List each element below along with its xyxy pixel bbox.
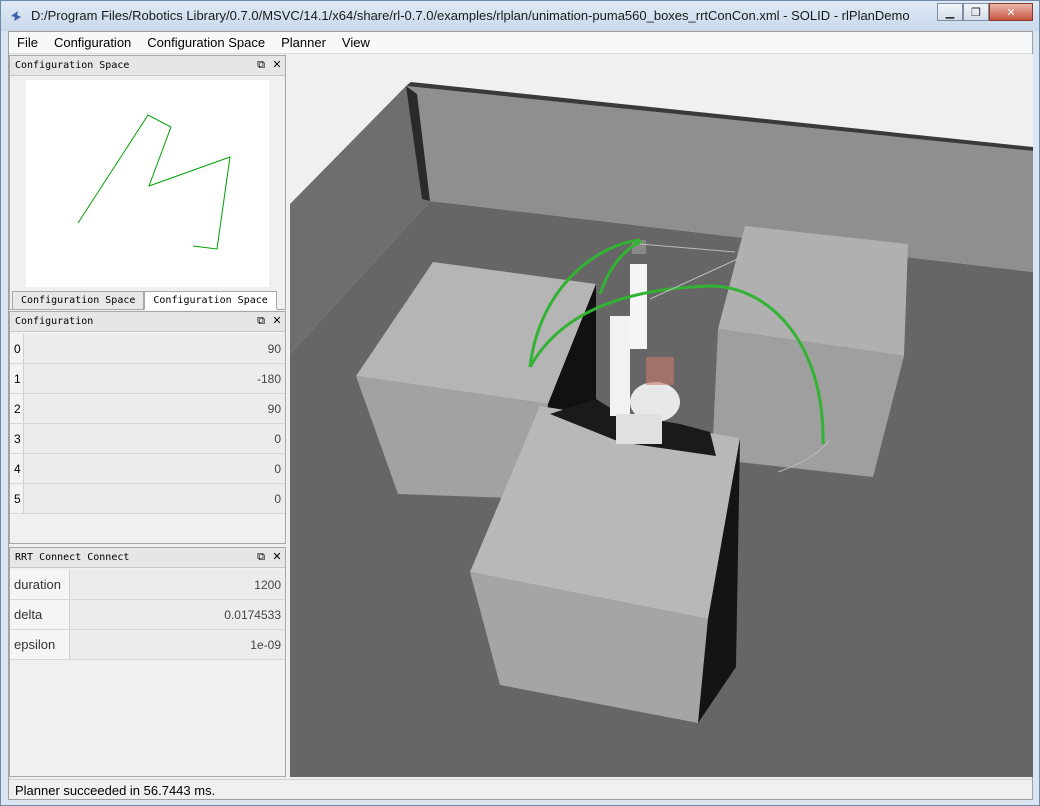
row-index: 4 bbox=[10, 454, 24, 483]
row-value[interactable]: 0 bbox=[274, 492, 281, 506]
close-icon: ✕ bbox=[1006, 6, 1016, 19]
config-row-5[interactable]: 50 bbox=[10, 484, 285, 514]
restore-icon: ❐ bbox=[971, 6, 981, 19]
window-title: D:/Program Files/Robotics Library/0.7.0/… bbox=[31, 8, 910, 23]
tab-bar: Configuration Space Configuration Space bbox=[12, 291, 283, 310]
path-line bbox=[77, 114, 231, 250]
client-area: File Configuration Configuration Space P… bbox=[8, 31, 1033, 800]
minimize-button[interactable]: ▁ bbox=[937, 3, 963, 21]
tab-configuration-space-1[interactable]: Configuration Space bbox=[12, 291, 145, 310]
scene bbox=[290, 54, 1033, 777]
row-index: 0 bbox=[10, 334, 24, 363]
configuration-space-canvas[interactable] bbox=[26, 80, 269, 287]
float-icon[interactable]: ⧉ bbox=[254, 58, 268, 72]
robot-upper-arm bbox=[610, 316, 630, 416]
configuration-space-path bbox=[77, 114, 231, 250]
row-index: 1 bbox=[10, 364, 24, 393]
float-icon[interactable]: ⧉ bbox=[254, 314, 268, 328]
configuration-dock: Configuration ⧉ ✕ 0 90 1 -180 2 90 30 40 50 bbox=[9, 311, 286, 544]
row-value[interactable]: 1200 bbox=[254, 578, 281, 592]
app-icon bbox=[11, 11, 21, 21]
config-row-0[interactable]: 0 90 bbox=[10, 334, 285, 364]
configuration-table: 0 90 1 -180 2 90 30 40 50 bbox=[10, 334, 285, 514]
dock-title: Configuration Space bbox=[15, 60, 130, 71]
row-label: duration bbox=[10, 570, 70, 599]
menu-view[interactable]: View bbox=[334, 32, 378, 54]
row-index: 3 bbox=[10, 424, 24, 453]
menu-configuration-space[interactable]: Configuration Space bbox=[139, 32, 273, 54]
row-value[interactable]: 90 bbox=[268, 342, 281, 356]
row-value[interactable]: 90 bbox=[268, 402, 281, 416]
zoom-icon bbox=[646, 357, 674, 385]
config-row-1[interactable]: 1 -180 bbox=[10, 364, 285, 394]
config-row-4[interactable]: 40 bbox=[10, 454, 285, 484]
status-bar: Planner succeeded in 56.7443 ms. bbox=[9, 779, 1032, 799]
dock-title: RRT Connect Connect bbox=[15, 552, 130, 563]
robot-pedestal bbox=[616, 414, 662, 444]
dock-title: Configuration bbox=[15, 316, 94, 327]
tab-configuration-space-2[interactable]: Configuration Space bbox=[144, 291, 277, 310]
row-label: delta bbox=[10, 600, 70, 629]
config-row-3[interactable]: 30 bbox=[10, 424, 285, 454]
status-text: Planner succeeded in 56.7443 ms. bbox=[15, 783, 216, 798]
robot-forearm bbox=[630, 264, 647, 349]
config-row-2[interactable]: 2 90 bbox=[10, 394, 285, 424]
row-value[interactable]: 0 bbox=[274, 462, 281, 476]
title-bar[interactable]: D:/Program Files/Robotics Library/0.7.0/… bbox=[1, 1, 1039, 31]
menu-planner[interactable]: Planner bbox=[273, 32, 334, 54]
configuration-space-dock: Configuration Space ⧉ ✕ Configuration Sp… bbox=[9, 55, 286, 310]
3d-viewport[interactable] bbox=[290, 54, 1033, 777]
planner-row-delta[interactable]: delta 0.0174533 bbox=[10, 600, 285, 630]
row-value[interactable]: 0 bbox=[274, 432, 281, 446]
row-index: 2 bbox=[10, 394, 24, 423]
row-value[interactable]: -180 bbox=[257, 372, 281, 386]
row-label: epsilon bbox=[10, 630, 70, 659]
dock-header[interactable]: RRT Connect Connect ⧉ ✕ bbox=[10, 548, 285, 568]
planner-dock: RRT Connect Connect ⧉ ✕ duration 1200 del… bbox=[9, 547, 286, 777]
minimize-icon: ▁ bbox=[945, 6, 955, 19]
planner-row-duration[interactable]: duration 1200 bbox=[10, 570, 285, 600]
window-controls: ▁ ❐ ✕ bbox=[937, 3, 1033, 21]
menu-configuration[interactable]: Configuration bbox=[46, 32, 139, 54]
float-icon[interactable]: ⧉ bbox=[254, 550, 268, 564]
row-index: 5 bbox=[10, 484, 24, 513]
row-value[interactable]: 1e-09 bbox=[250, 638, 281, 652]
main-window: D:/Program Files/Robotics Library/0.7.0/… bbox=[0, 0, 1040, 806]
dock-header[interactable]: Configuration Space ⧉ ✕ bbox=[10, 56, 285, 76]
maximize-button[interactable]: ❐ bbox=[963, 3, 989, 21]
dock-header[interactable]: Configuration ⧉ ✕ bbox=[10, 312, 285, 332]
close-icon[interactable]: ✕ bbox=[270, 314, 284, 328]
close-icon[interactable]: ✕ bbox=[270, 550, 284, 564]
close-icon[interactable]: ✕ bbox=[270, 58, 284, 72]
menu-file[interactable]: File bbox=[9, 32, 46, 54]
row-value[interactable]: 0.0174533 bbox=[224, 608, 281, 622]
planner-row-epsilon[interactable]: epsilon 1e-09 bbox=[10, 630, 285, 660]
menu-bar: File Configuration Configuration Space P… bbox=[9, 32, 1032, 54]
close-button[interactable]: ✕ bbox=[989, 3, 1033, 21]
planner-table: duration 1200 delta 0.0174533 epsilon 1e-09 bbox=[10, 570, 285, 660]
